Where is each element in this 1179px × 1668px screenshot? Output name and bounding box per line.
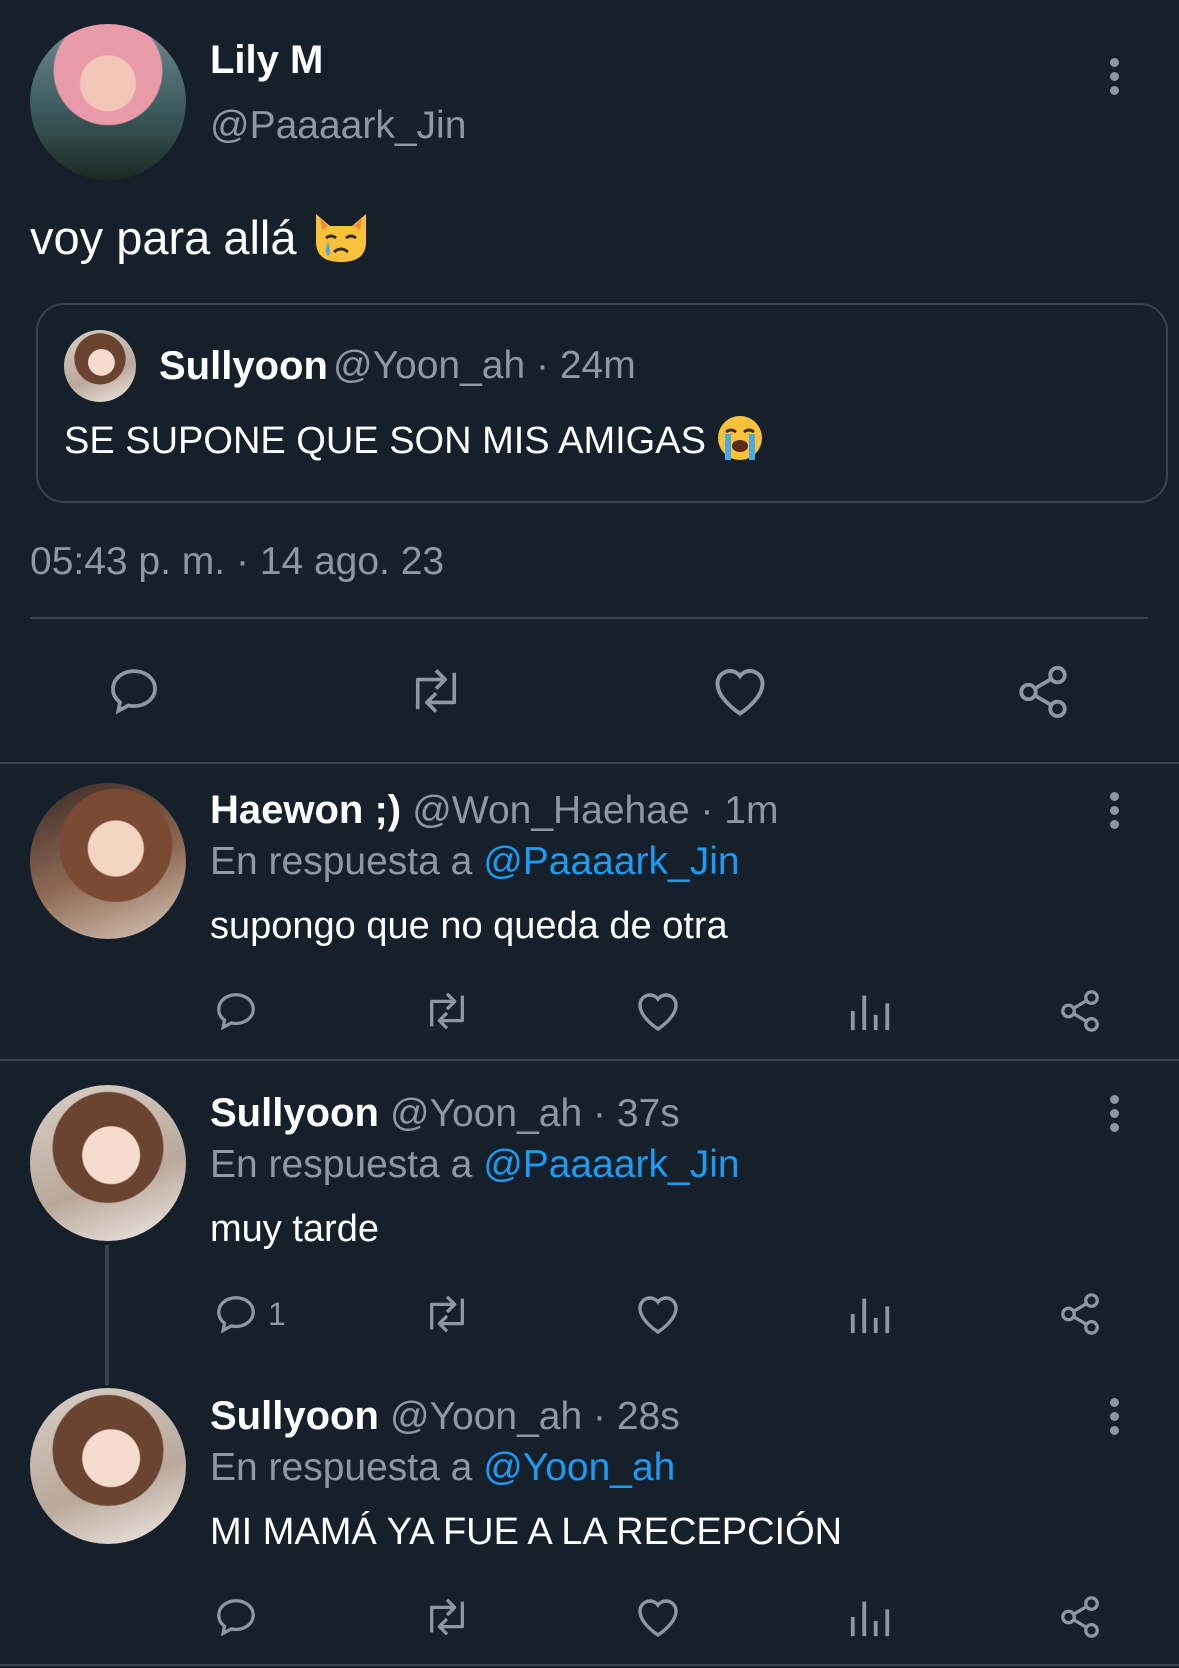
share-icon[interactable] [1057,1291,1103,1337]
reply-count: 1 [268,1296,286,1332]
share-icon[interactable] [1057,1594,1103,1640]
reply-header: Sullyoon @Yoon_ah · 28s [210,1394,680,1439]
reply-header: Sullyoon @Yoon_ah · 37s [210,1091,680,1136]
retweet-icon[interactable] [420,1594,474,1640]
reply-to-link[interactable]: @Paaaark_Jin [483,840,739,883]
thread-line [105,1245,109,1385]
reply-context: En respuesta a @Yoon_ah [210,1446,675,1490]
loudly-crying-face-icon [716,414,764,472]
reply-bubble-icon[interactable] [106,663,162,719]
reply-text: supongo que no queda de otra [210,905,728,947]
main-tweet-body: voy para allá [30,210,297,264]
quoted-handle-time: @Yoon_ah · 24m [333,344,636,387]
reply-display-name[interactable]: Sullyoon [210,1091,379,1135]
quoted-tweet-card[interactable] [36,303,1168,503]
more-vertical-icon[interactable] [1110,792,1120,834]
reply-text: MI MAMÁ YA FUE A LA RECEPCIÓN [210,1511,843,1553]
main-handle[interactable]: @Paaaark_Jin [210,104,466,148]
quoted-tweet-body: SE SUPONE QUE SON MIS AMIGAS [64,420,706,463]
heart-icon[interactable] [634,989,682,1033]
reply-display-name[interactable]: Sullyoon [210,1394,379,1438]
heart-icon[interactable] [710,663,770,719]
reply-header: Haewon ;) @Won_Haehae · 1m [210,788,778,833]
crying-cat-face-icon [310,208,372,275]
quoted-tweet-text: SE SUPONE QUE SON MIS AMIGAS [64,414,764,472]
main-tweet-text: voy para allá [30,208,372,275]
avatar-sullyoon[interactable] [30,1085,186,1241]
heart-icon[interactable] [634,1292,682,1336]
more-vertical-icon[interactable] [1110,1398,1120,1440]
reply-handle-time[interactable]: @Yoon_ah · 28s [390,1395,680,1438]
main-timestamp[interactable]: 05:43 p. m. · 14 ago. 23 [30,540,444,584]
analytics-icon[interactable] [848,1594,892,1640]
avatar-sullyoon[interactable] [30,1388,186,1544]
divider [0,762,1179,764]
avatar-lily[interactable] [30,24,186,180]
reply-context: En respuesta a @Paaaark_Jin [210,840,740,884]
reply-context: En respuesta a @Paaaark_Jin [210,1143,740,1187]
retweet-icon[interactable] [420,988,474,1034]
retweet-icon[interactable] [420,1291,474,1337]
avatar-haewon[interactable] [30,783,186,939]
reply-to-link[interactable]: @Paaaark_Jin [483,1143,739,1186]
analytics-icon[interactable] [848,1291,892,1337]
reply-bubble-icon[interactable] [213,1594,259,1640]
share-icon[interactable] [1014,663,1072,721]
main-display-name[interactable]: Lily M [210,38,323,83]
divider [30,617,1148,619]
analytics-icon[interactable] [848,988,892,1034]
avatar-quoted-sullyoon [64,330,136,402]
retweet-icon[interactable] [404,663,468,719]
reply-handle-time[interactable]: @Won_Haehae · 1m [412,789,778,832]
more-vertical-icon[interactable] [1110,58,1120,100]
reply-bubble-icon[interactable] [213,1291,259,1337]
reply-prefix: En respuesta a [210,840,473,883]
more-vertical-icon[interactable] [1110,1095,1120,1137]
share-icon[interactable] [1057,988,1103,1034]
reply-prefix: En respuesta a [210,1143,473,1186]
quoted-display-name: Sullyoon [159,344,328,388]
heart-icon[interactable] [634,1595,682,1639]
reply-prefix: En respuesta a [210,1446,473,1489]
reply-text: muy tarde [210,1208,379,1250]
reply-display-name[interactable]: Haewon ;) [210,788,401,832]
reply-bubble-icon[interactable] [213,988,259,1034]
reply-handle-time[interactable]: @Yoon_ah · 37s [390,1092,680,1135]
reply-to-link[interactable]: @Yoon_ah [483,1446,675,1489]
divider [0,1664,1179,1666]
divider [0,1059,1179,1061]
